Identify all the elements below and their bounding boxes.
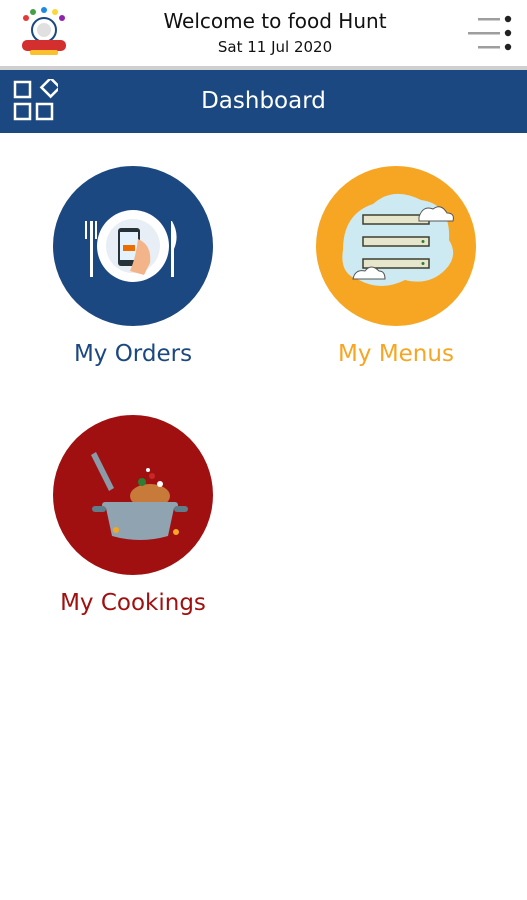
phone-plate-icon	[53, 166, 213, 326]
dashboard-header: Dashboard	[0, 70, 527, 133]
menu-icon[interactable]	[462, 14, 514, 54]
food-hunt-logo-icon	[22, 7, 66, 55]
top-bar: Welcome to food Hunt Sat 11 Jul 2020	[0, 0, 527, 66]
my-orders-tile[interactable]: My Orders	[33, 165, 233, 367]
my-menus-label: My Menus	[338, 341, 454, 367]
date-text: Sat 11 Jul 2020	[217, 38, 333, 56]
my-cookings-label: My Cookings	[60, 590, 206, 616]
my-cookings-tile[interactable]: My Cookings	[33, 414, 233, 616]
menu-board-icon	[316, 166, 476, 326]
page-title: Dashboard	[201, 88, 326, 114]
welcome-text: Welcome to food Hunt	[163, 9, 387, 33]
my-orders-label: My Orders	[73, 341, 193, 367]
cooking-pot-icon	[53, 415, 213, 575]
my-menus-tile[interactable]: My Menus	[296, 165, 496, 367]
